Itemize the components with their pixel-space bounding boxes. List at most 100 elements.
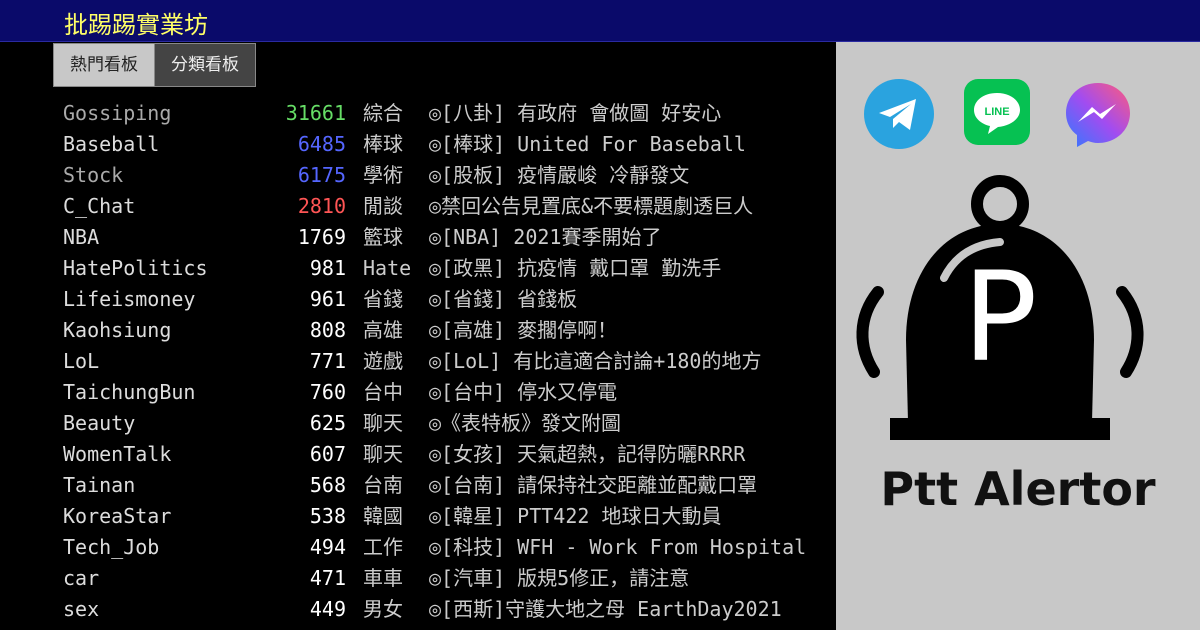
line-icon-label: LINE bbox=[984, 106, 1009, 118]
board-title: ◎[高雄] 麥擱停啊！ bbox=[429, 318, 618, 342]
board-name: Gossiping bbox=[63, 101, 172, 125]
board-list: Gossiping 31661 綜合 ◎[八卦] 有政府 會做圖 好安心 Basebal… bbox=[63, 98, 823, 625]
board-popularity: 31661 bbox=[285, 101, 346, 125]
board-name: car bbox=[63, 566, 100, 590]
board-row[interactable]: Stock 6175 學術 ◎[股板] 疫情嚴峻 冷靜發文 bbox=[63, 160, 823, 191]
board-category: 學術 bbox=[363, 163, 403, 187]
board-category: 車車 bbox=[363, 566, 403, 590]
board-category: Hate bbox=[363, 256, 412, 280]
board-name: Stock bbox=[63, 163, 124, 187]
board-row[interactable]: Tech_Job 494 工作 ◎[科技] WFH - Work From Hospi… bbox=[63, 532, 823, 563]
board-name: WomenTalk bbox=[63, 442, 172, 466]
board-row[interactable]: Gossiping 31661 綜合 ◎[八卦] 有政府 會做圖 好安心 bbox=[63, 98, 823, 129]
board-category: 台南 bbox=[363, 473, 403, 497]
board-name: Tainan bbox=[63, 473, 136, 497]
board-popularity: 538 bbox=[309, 504, 346, 528]
board-row[interactable]: KoreaStar 538 韓國 ◎[韓星] PTT422 地球日大動員 bbox=[63, 501, 823, 532]
board-popularity: 449 bbox=[309, 597, 346, 621]
board-title: ◎[西斯]守護大地之母 EarthDay2021 bbox=[429, 597, 782, 621]
board-name: sex bbox=[63, 597, 100, 621]
telegram-icon[interactable] bbox=[864, 79, 934, 153]
board-category: 遊戲 bbox=[363, 349, 403, 373]
board-popularity: 568 bbox=[309, 473, 346, 497]
board-title: ◎[台南] 請保持社交距離並配戴口罩 bbox=[429, 473, 758, 497]
board-popularity: 625 bbox=[309, 411, 346, 435]
bell-letter: P bbox=[963, 246, 1038, 390]
board-name: C_Chat bbox=[63, 194, 136, 218]
board-popularity: 607 bbox=[309, 442, 346, 466]
board-title: ◎[政黑] 抗疫情 戴口罩 勤洗手 bbox=[429, 256, 722, 280]
board-name: HatePolitics bbox=[63, 256, 208, 280]
promo-panel: LINE P Ptt Alertor bbox=[836, 42, 1200, 630]
board-category: 男女 bbox=[363, 597, 403, 621]
board-row[interactable]: HatePolitics 981 Hate ◎[政黑] 抗疫情 戴口罩 勤洗手 bbox=[63, 253, 823, 284]
board-category: 台中 bbox=[363, 380, 403, 404]
board-name: LoL bbox=[63, 349, 100, 373]
board-category: 閒談 bbox=[363, 194, 403, 218]
board-name: Baseball bbox=[63, 132, 160, 156]
line-icon[interactable]: LINE bbox=[964, 79, 1030, 149]
board-title: ◎[棒球] United For Baseball bbox=[429, 132, 746, 156]
board-title: ◎[女孩] 天氣超熱，記得防曬RRRR bbox=[429, 442, 746, 466]
board-popularity: 6175 bbox=[297, 163, 346, 187]
board-row[interactable]: sex 449 男女 ◎[西斯]守護大地之母 EarthDay2021 bbox=[63, 594, 823, 625]
board-title: ◎禁回公告見置底&不要標題劇透巨人 bbox=[429, 194, 754, 218]
board-popularity: 981 bbox=[309, 256, 346, 280]
board-name: TaichungBun bbox=[63, 380, 196, 404]
messenger-icon[interactable] bbox=[1062, 79, 1134, 155]
board-title: ◎[省錢] 省錢板 bbox=[429, 287, 578, 311]
board-popularity: 6485 bbox=[297, 132, 346, 156]
board-name: Beauty bbox=[63, 411, 136, 435]
board-category: 聊天 bbox=[363, 442, 403, 466]
board-category: 省錢 bbox=[363, 287, 403, 311]
board-row[interactable]: Kaohsiung 808 高雄 ◎[高雄] 麥擱停啊！ bbox=[63, 315, 823, 346]
tab-hot-boards[interactable]: 熱門看板 bbox=[53, 43, 155, 87]
board-title: ◎[LoL] 有比這適合討論+180的地方 bbox=[429, 349, 762, 373]
brand-name: Ptt Alertor bbox=[880, 462, 1156, 516]
board-popularity: 760 bbox=[309, 380, 346, 404]
tab-bar: 熱門看板 分類看板 bbox=[53, 43, 256, 87]
site-title[interactable]: 批踢踢實業坊 bbox=[64, 5, 208, 40]
board-row[interactable]: WomenTalk 607 聊天 ◎[女孩] 天氣超熱，記得防曬RRRR bbox=[63, 439, 823, 470]
board-name: Kaohsiung bbox=[63, 318, 172, 342]
board-row[interactable]: Baseball 6485 棒球 ◎[棒球] United For Baseball bbox=[63, 129, 823, 160]
board-row[interactable]: TaichungBun 760 台中 ◎[台中] 停水又停電 bbox=[63, 377, 823, 408]
board-title: ◎[NBA] 2021賽季開始了 bbox=[429, 225, 662, 249]
board-row[interactable]: car 471 車車 ◎[汽車] 版規5修正，請注意 bbox=[63, 563, 823, 594]
board-category: 工作 bbox=[363, 535, 403, 559]
board-category: 韓國 bbox=[363, 504, 403, 528]
board-name: KoreaStar bbox=[63, 504, 172, 528]
board-category: 綜合 bbox=[363, 101, 403, 125]
board-row[interactable]: LoL 771 遊戲 ◎[LoL] 有比這適合討論+180的地方 bbox=[63, 346, 823, 377]
board-popularity: 961 bbox=[309, 287, 346, 311]
board-title: ◎[八卦] 有政府 會做圖 好安心 bbox=[429, 101, 722, 125]
board-category: 高雄 bbox=[363, 318, 403, 342]
board-title: ◎[汽車] 版規5修正，請注意 bbox=[429, 566, 690, 590]
board-row[interactable]: C_Chat 2810 閒談 ◎禁回公告見置底&不要標題劇透巨人 bbox=[63, 191, 823, 222]
board-row[interactable]: Tainan 568 台南 ◎[台南] 請保持社交距離並配戴口罩 bbox=[63, 470, 823, 501]
board-popularity: 771 bbox=[309, 349, 346, 373]
board-popularity: 808 bbox=[309, 318, 346, 342]
top-bar: 批踢踢實業坊 bbox=[0, 0, 1200, 42]
bell-icon: P bbox=[844, 172, 1164, 462]
board-popularity: 471 bbox=[309, 566, 346, 590]
board-title: ◎[韓星] PTT422 地球日大動員 bbox=[429, 504, 722, 528]
board-row[interactable]: Beauty 625 聊天 ◎《表特板》發文附圖 bbox=[63, 408, 823, 439]
board-title: ◎《表特板》發文附圖 bbox=[429, 411, 622, 435]
board-name: Tech_Job bbox=[63, 535, 160, 559]
board-title: ◎[台中] 停水又停電 bbox=[429, 380, 618, 404]
board-popularity: 2810 bbox=[297, 194, 346, 218]
board-category: 籃球 bbox=[363, 225, 403, 249]
board-row[interactable]: Lifeismoney 961 省錢 ◎[省錢] 省錢板 bbox=[63, 284, 823, 315]
board-panel: 熱門看板 分類看板 Gossiping 31661 綜合 ◎[八卦] 有政府 會做圖 … bbox=[0, 42, 836, 630]
board-row[interactable]: NBA 1769 籃球 ◎[NBA] 2021賽季開始了 bbox=[63, 222, 823, 253]
tab-category-boards[interactable]: 分類看板 bbox=[155, 43, 256, 87]
board-title: ◎[股板] 疫情嚴峻 冷靜發文 bbox=[429, 163, 690, 187]
board-popularity: 1769 bbox=[297, 225, 346, 249]
board-name: NBA bbox=[63, 225, 100, 249]
board-popularity: 494 bbox=[309, 535, 346, 559]
board-category: 棒球 bbox=[363, 132, 403, 156]
board-title: ◎[科技] WFH - Work From Hospital bbox=[429, 535, 807, 559]
board-category: 聊天 bbox=[363, 411, 403, 435]
board-name: Lifeismoney bbox=[63, 287, 196, 311]
